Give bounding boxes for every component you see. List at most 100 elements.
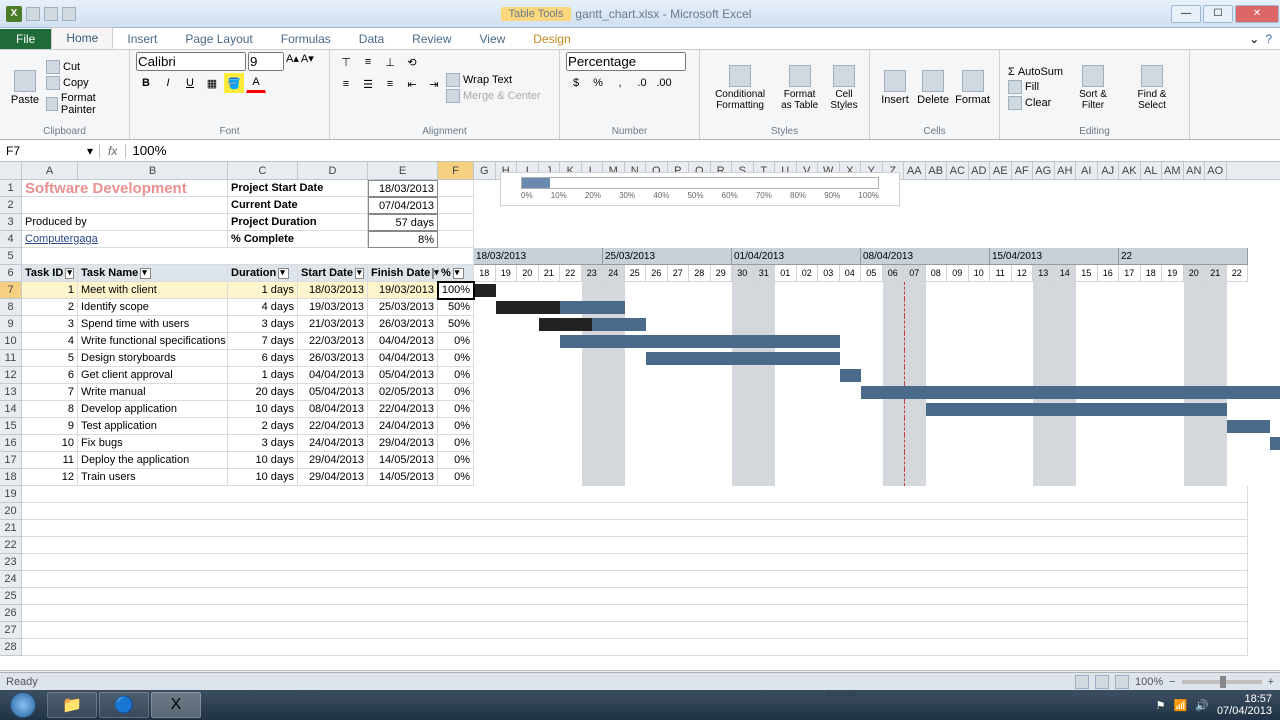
- row-header[interactable]: 24: [0, 571, 21, 588]
- task-finish[interactable]: 25/03/2013: [368, 299, 438, 316]
- column-header[interactable]: AD: [969, 162, 991, 179]
- task-name[interactable]: Spend time with users: [78, 316, 228, 333]
- fx-icon[interactable]: fx: [100, 144, 126, 158]
- row-header[interactable]: 11: [0, 350, 21, 367]
- delete-cells-button[interactable]: Delete: [914, 52, 952, 124]
- cell[interactable]: [22, 486, 1248, 503]
- task-duration[interactable]: 10 days: [228, 452, 298, 469]
- task-id[interactable]: 3: [22, 316, 78, 333]
- font-size-select[interactable]: [248, 52, 284, 71]
- row-header[interactable]: 26: [0, 605, 21, 622]
- cell[interactable]: [22, 622, 1248, 639]
- table-header-finish[interactable]: Finish Date: [368, 265, 438, 282]
- cell[interactable]: [22, 520, 1248, 537]
- column-header[interactable]: AL: [1141, 162, 1163, 179]
- design-tab[interactable]: Design: [519, 29, 584, 49]
- task-finish[interactable]: 19/03/2013: [368, 282, 438, 299]
- task-name[interactable]: Design storyboards: [78, 350, 228, 367]
- row-header[interactable]: 23: [0, 554, 21, 571]
- row-header[interactable]: 9: [0, 316, 21, 333]
- formulas-tab[interactable]: Formulas: [267, 29, 345, 49]
- task-finish[interactable]: 05/04/2013: [368, 367, 438, 384]
- task-start[interactable]: 26/03/2013: [298, 350, 368, 367]
- column-header[interactable]: AB: [926, 162, 948, 179]
- border-button[interactable]: ▦: [202, 73, 222, 93]
- task-finish[interactable]: 14/05/2013: [368, 469, 438, 486]
- table-header-pct[interactable]: %: [438, 265, 474, 282]
- decrease-font-icon[interactable]: A▾: [301, 52, 314, 71]
- task-name[interactable]: Write manual: [78, 384, 228, 401]
- task-id[interactable]: 5: [22, 350, 78, 367]
- task-percent[interactable]: 0%: [438, 350, 474, 367]
- table-header-name[interactable]: Task Name: [78, 265, 228, 282]
- help-icon[interactable]: ?: [1265, 32, 1272, 46]
- column-header[interactable]: C: [228, 162, 298, 179]
- save-icon[interactable]: [26, 7, 40, 21]
- comma-icon[interactable]: ,: [610, 73, 630, 93]
- zoom-slider[interactable]: [1182, 680, 1262, 684]
- task-percent[interactable]: 100%: [438, 282, 474, 299]
- task-finish[interactable]: 04/04/2013: [368, 333, 438, 350]
- task-duration[interactable]: 3 days: [228, 316, 298, 333]
- format-as-table-button[interactable]: Format as Table: [774, 52, 825, 124]
- inc-decimal-icon[interactable]: .0: [632, 73, 652, 93]
- task-percent[interactable]: 50%: [438, 316, 474, 333]
- filter-dropdown-icon[interactable]: [432, 268, 434, 279]
- task-id[interactable]: 10: [22, 435, 78, 452]
- filter-dropdown-icon[interactable]: [278, 268, 289, 279]
- task-duration[interactable]: 20 days: [228, 384, 298, 401]
- column-header[interactable]: AA: [904, 162, 926, 179]
- task-id[interactable]: 8: [22, 401, 78, 418]
- merge-center-button[interactable]: Merge & Center: [446, 89, 541, 103]
- orientation-icon[interactable]: ⟲: [402, 52, 422, 72]
- task-duration[interactable]: 1 days: [228, 367, 298, 384]
- task-name[interactable]: Test application: [78, 418, 228, 435]
- column-header[interactable]: F: [438, 162, 474, 179]
- row-header[interactable]: 18: [0, 469, 21, 486]
- column-header[interactable]: AG: [1033, 162, 1055, 179]
- tray-network-icon[interactable]: 📶: [1174, 699, 1188, 712]
- row-header[interactable]: 21: [0, 520, 21, 537]
- insert-tab[interactable]: Insert: [113, 29, 171, 49]
- row-header[interactable]: 20: [0, 503, 21, 520]
- task-name[interactable]: Meet with client: [78, 282, 228, 299]
- table-header-start[interactable]: Start Date: [298, 265, 368, 282]
- name-box[interactable]: F7▾: [0, 144, 100, 158]
- column-header[interactable]: D: [298, 162, 368, 179]
- cell[interactable]: [22, 588, 1248, 605]
- cell[interactable]: [22, 639, 1248, 656]
- worksheet[interactable]: ABCDEFGHIJKLMNOPQRSTUVWXYZAAABACADAEAFAG…: [0, 162, 1280, 660]
- cell[interactable]: [22, 503, 1248, 520]
- number-format-select[interactable]: [566, 52, 686, 71]
- copy-button[interactable]: Copy: [46, 76, 121, 90]
- row-header[interactable]: 7: [0, 282, 21, 299]
- zoom-in-icon[interactable]: +: [1268, 676, 1274, 688]
- task-percent[interactable]: 0%: [438, 384, 474, 401]
- redo-icon[interactable]: [62, 7, 76, 21]
- percent-icon[interactable]: %: [588, 73, 608, 93]
- column-header[interactable]: A: [22, 162, 78, 179]
- row-header[interactable]: 25: [0, 588, 21, 605]
- project-label[interactable]: Project Duration: [228, 214, 368, 231]
- task-duration[interactable]: 6 days: [228, 350, 298, 367]
- project-value[interactable]: 57 days: [368, 214, 438, 231]
- cell[interactable]: [22, 248, 474, 265]
- task-duration[interactable]: 7 days: [228, 333, 298, 350]
- minimize-ribbon-icon[interactable]: ⌄: [1249, 32, 1259, 46]
- task-start[interactable]: 18/03/2013: [298, 282, 368, 299]
- paste-button[interactable]: Paste: [6, 52, 44, 124]
- cell[interactable]: [438, 180, 474, 197]
- task-start[interactable]: 08/04/2013: [298, 401, 368, 418]
- project-label[interactable]: % Complete: [228, 231, 368, 248]
- row-header[interactable]: 3: [0, 214, 21, 231]
- task-percent[interactable]: 0%: [438, 452, 474, 469]
- explorer-taskbar-icon[interactable]: 📁: [47, 692, 97, 718]
- align-middle-icon[interactable]: ≡: [358, 52, 378, 72]
- align-center-icon[interactable]: ☰: [358, 74, 378, 94]
- task-id[interactable]: 7: [22, 384, 78, 401]
- page-break-view-icon[interactable]: [1115, 675, 1129, 689]
- table-header-dur[interactable]: Duration: [228, 265, 298, 282]
- task-start[interactable]: 22/03/2013: [298, 333, 368, 350]
- cell[interactable]: [438, 231, 474, 248]
- row-header[interactable]: 27: [0, 622, 21, 639]
